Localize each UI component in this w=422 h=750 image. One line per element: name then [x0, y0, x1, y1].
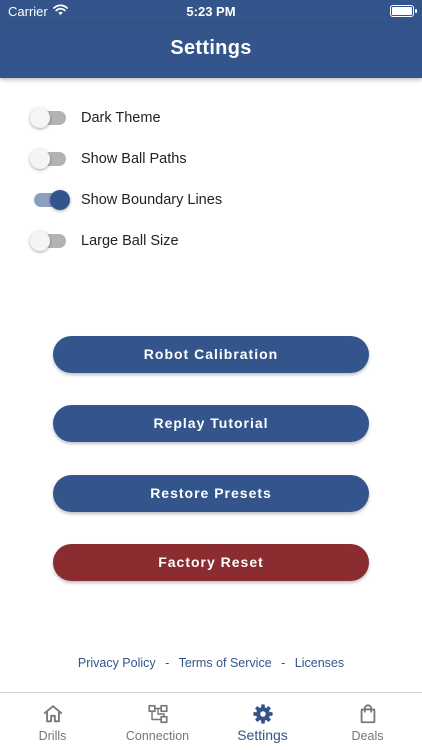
large-ball-size-setting[interactable]: Large Ball Size: [30, 229, 179, 253]
terms-of-service-link[interactable]: Terms of Service: [179, 656, 272, 670]
privacy-policy-link[interactable]: Privacy Policy: [78, 656, 156, 670]
restore-presets-button[interactable]: Restore Presets: [53, 475, 369, 512]
footer-links: Privacy Policy - Terms of Service - Lice…: [0, 656, 422, 670]
tab-settings-label: Settings: [237, 727, 288, 743]
status-bar: Carrier 5:23 PM: [0, 0, 422, 24]
shopping-bag-icon: [360, 704, 375, 724]
show-boundary-lines-setting[interactable]: Show Boundary Lines: [30, 188, 222, 212]
tab-drills[interactable]: Drills: [0, 693, 105, 750]
show-ball-paths-label: Show Ball Paths: [81, 151, 187, 167]
dark-theme-label: Dark Theme: [81, 110, 161, 126]
app-bar: Settings: [0, 24, 422, 78]
factory-reset-button[interactable]: Factory Reset: [53, 544, 369, 581]
show-boundary-lines-toggle[interactable]: [30, 188, 70, 212]
large-ball-size-label: Large Ball Size: [81, 233, 179, 249]
footer-separator: -: [165, 656, 170, 670]
dark-theme-toggle[interactable]: [30, 106, 70, 130]
replay-tutorial-button[interactable]: Replay Tutorial: [53, 405, 369, 442]
robot-calibration-button[interactable]: Robot Calibration: [53, 336, 369, 373]
show-boundary-lines-label: Show Boundary Lines: [81, 192, 223, 208]
gear-icon: [252, 704, 273, 724]
tab-bar: Drills Connection Settings Deals: [0, 692, 422, 750]
page-title: Settings: [170, 37, 252, 59]
tab-settings[interactable]: Settings: [210, 693, 315, 750]
battery-icon: [390, 5, 417, 17]
clock: 5:23 PM: [186, 4, 236, 19]
tab-drills-label: Drills: [38, 729, 67, 743]
large-ball-size-toggle[interactable]: [30, 229, 70, 253]
tab-deals-label: Deals: [351, 729, 384, 743]
tab-connection-label: Connection: [125, 729, 190, 743]
show-ball-paths-setting[interactable]: Show Ball Paths: [30, 147, 187, 171]
licenses-link[interactable]: Licenses: [295, 656, 344, 670]
home-icon: [43, 705, 62, 723]
tab-connection[interactable]: Connection: [105, 693, 210, 750]
show-ball-paths-toggle[interactable]: [30, 147, 70, 171]
footer-separator: -: [281, 656, 286, 670]
dark-theme-setting[interactable]: Dark Theme: [30, 106, 161, 130]
connection-icon: [147, 704, 168, 724]
tab-deals[interactable]: Deals: [315, 693, 420, 750]
